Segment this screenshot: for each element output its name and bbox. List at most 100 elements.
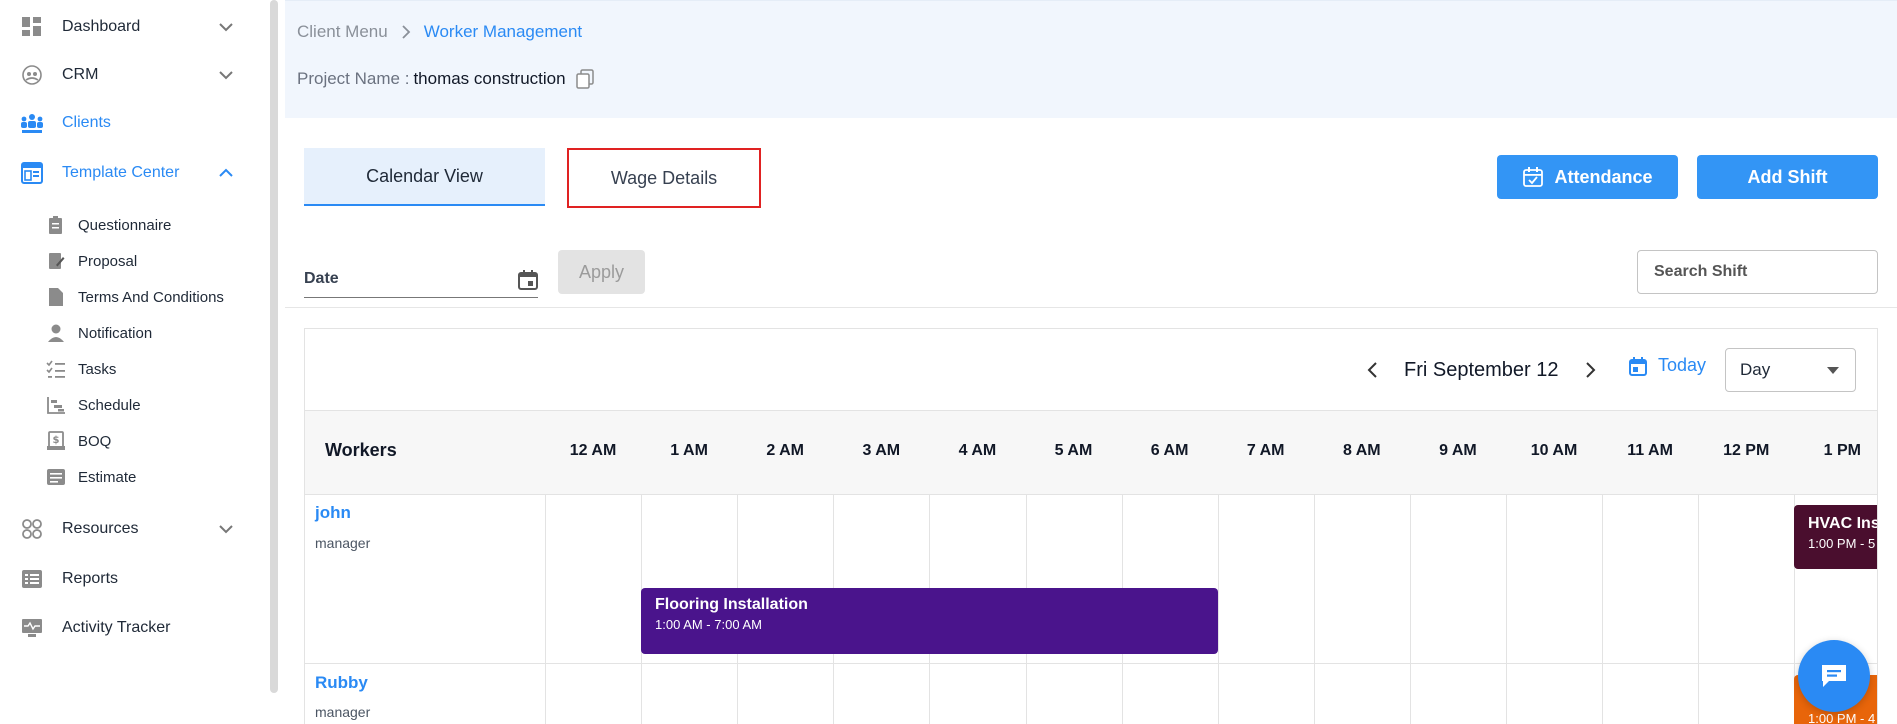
document-icon bbox=[46, 287, 66, 307]
hour-header: 12 AM bbox=[569, 442, 617, 459]
sidebar-subitem-questionnaire[interactable]: Questionnaire bbox=[46, 212, 171, 238]
sidebar-subitem-tasks[interactable]: Tasks bbox=[46, 356, 116, 382]
hour-header: 12 PM bbox=[1723, 442, 1770, 459]
sidebar-item-resources[interactable]: Resources bbox=[20, 514, 233, 544]
sidebar-item-activity-tracker[interactable]: Activity Tracker bbox=[20, 613, 170, 643]
view-select[interactable]: Day bbox=[1725, 348, 1856, 392]
sidebar-subitem-label: Notification bbox=[78, 324, 153, 342]
tab-wage-details[interactable]: Wage Details bbox=[567, 148, 761, 208]
boq-icon: $ bbox=[46, 431, 66, 451]
date-field[interactable]: Date bbox=[304, 260, 538, 298]
calendar-icon[interactable] bbox=[516, 268, 540, 292]
attendance-button[interactable]: Attendance bbox=[1497, 155, 1678, 199]
sidebar-subitem-label: Terms And Conditions bbox=[78, 288, 224, 306]
sidebar-subitem-label: Tasks bbox=[78, 360, 117, 378]
schedule-icon bbox=[46, 395, 66, 415]
calendar-container bbox=[304, 328, 1878, 724]
chevron-down-icon[interactable] bbox=[216, 65, 236, 85]
questionnaire-icon bbox=[46, 215, 66, 235]
calendar-check-icon bbox=[1523, 167, 1544, 187]
sidebar-item-clients[interactable]: Clients bbox=[20, 108, 111, 138]
grid-column-line bbox=[1698, 495, 1699, 724]
current-date: Fri September 12 bbox=[1404, 358, 1559, 381]
chevron-down-icon[interactable] bbox=[216, 519, 236, 539]
hour-header: 9 AM bbox=[1439, 442, 1477, 459]
sidebar-subitem-label: Schedule bbox=[78, 396, 141, 414]
shift-time: 1:00 PM - 4 bbox=[1808, 711, 1876, 724]
project-name-label: Project Name : bbox=[297, 69, 410, 88]
shift-event[interactable]: HVAC Ins 1:00 PM - 5 bbox=[1794, 505, 1877, 569]
sidebar-subitem-schedule[interactable]: Schedule bbox=[46, 392, 141, 418]
sidebar-subitem-label: Proposal bbox=[78, 252, 138, 270]
sidebar-item-label: Template Center bbox=[62, 164, 180, 181]
sidebar-subitem-label: Estimate bbox=[78, 468, 137, 486]
dashboard-icon bbox=[20, 15, 44, 39]
sidebar-subitem-estimate[interactable]: Estimate bbox=[46, 464, 136, 490]
copy-icon[interactable] bbox=[575, 69, 594, 89]
worker-role: manager bbox=[315, 535, 371, 551]
sidebar-item-reports[interactable]: Reports bbox=[20, 564, 118, 594]
sidebar-subitem-terms[interactable]: Terms And Conditions bbox=[46, 284, 224, 310]
shift-title: HVAC Ins bbox=[1808, 515, 1877, 532]
hour-header: 6 AM bbox=[1150, 442, 1189, 459]
apply-button[interactable]: Apply bbox=[558, 250, 645, 294]
sidebar-item-label: Activity Tracker bbox=[62, 619, 171, 636]
sidebar-subitem-boq[interactable]: $ BOQ bbox=[46, 428, 111, 454]
search-shift-input[interactable] bbox=[1637, 250, 1878, 294]
shift-time: 1:00 AM - 7:00 AM bbox=[655, 617, 762, 632]
sidebar-item-dashboard[interactable]: Dashboard bbox=[20, 12, 233, 42]
calendar-navigation: Fri September 12 bbox=[1360, 350, 1603, 390]
shift-title: Flooring Installation bbox=[655, 596, 808, 613]
breadcrumb-client-menu[interactable]: Client Menu bbox=[297, 22, 388, 42]
hour-header: 11 AM bbox=[1627, 442, 1673, 459]
grid-column-line bbox=[1410, 495, 1411, 724]
workers-column-header: Workers bbox=[325, 440, 397, 460]
chevron-right-icon[interactable] bbox=[1577, 357, 1603, 383]
sidebar-item-template-center[interactable]: Template Center bbox=[20, 158, 233, 188]
chat-icon bbox=[1822, 665, 1846, 687]
shift-time: 1:00 PM - 5 bbox=[1808, 536, 1876, 551]
view-select-value: Day bbox=[1740, 360, 1771, 379]
grid-column-line bbox=[545, 495, 546, 724]
reports-icon bbox=[20, 567, 44, 591]
clients-icon bbox=[20, 111, 44, 135]
today-button[interactable]: Today bbox=[1628, 355, 1706, 376]
sidebar-subitem-notification[interactable]: Notification bbox=[46, 320, 152, 346]
chevron-down-icon[interactable] bbox=[216, 17, 236, 37]
tab-calendar-view[interactable]: Calendar View bbox=[304, 148, 545, 206]
worker-name-rubby[interactable]: Rubby bbox=[315, 673, 368, 693]
hour-header: 10 AM bbox=[1530, 442, 1578, 459]
sidebar-scrollbar[interactable] bbox=[270, 0, 278, 693]
calendar-today-icon bbox=[1629, 356, 1647, 376]
chevron-right-icon bbox=[402, 25, 410, 39]
project-name: Project Name : thomas construction bbox=[297, 69, 594, 89]
sidebar-subitem-label: Questionnaire bbox=[78, 216, 172, 234]
hour-header: 1 PM bbox=[1823, 442, 1861, 459]
estimate-icon bbox=[46, 467, 66, 487]
today-label: Today bbox=[1658, 355, 1707, 375]
date-field-label: Date bbox=[304, 270, 339, 287]
sidebar-item-label: CRM bbox=[62, 66, 99, 83]
hour-header: 5 AM bbox=[1054, 442, 1093, 459]
chat-widget-button[interactable] bbox=[1798, 640, 1870, 712]
sidebar-item-crm[interactable]: CRM bbox=[20, 60, 233, 90]
add-shift-button[interactable]: Add Shift bbox=[1697, 155, 1878, 199]
caret-down-icon bbox=[1827, 367, 1839, 374]
crm-icon bbox=[20, 63, 44, 87]
activity-tracker-icon bbox=[20, 616, 44, 640]
row-divider bbox=[305, 663, 1877, 664]
sidebar-item-label: Dashboard bbox=[62, 18, 141, 35]
sidebar-item-label: Reports bbox=[62, 570, 119, 587]
worker-name-john[interactable]: john bbox=[315, 503, 351, 523]
attendance-button-label: Attendance bbox=[1554, 166, 1653, 187]
breadcrumb-worker-management[interactable]: Worker Management bbox=[424, 22, 582, 42]
project-name-value: thomas construction bbox=[413, 69, 566, 88]
hour-header: 3 AM bbox=[862, 442, 901, 459]
hour-header: 7 AM bbox=[1246, 442, 1285, 459]
chevron-up-icon[interactable] bbox=[216, 163, 236, 183]
page-header bbox=[285, 0, 1897, 118]
shift-event[interactable]: Flooring Installation 1:00 AM - 7:00 AM bbox=[641, 588, 1218, 654]
sidebar: Dashboard CRM Clients Template Center Qu… bbox=[0, 0, 285, 724]
chevron-left-icon[interactable] bbox=[1360, 357, 1386, 383]
sidebar-subitem-proposal[interactable]: Proposal bbox=[46, 248, 137, 274]
